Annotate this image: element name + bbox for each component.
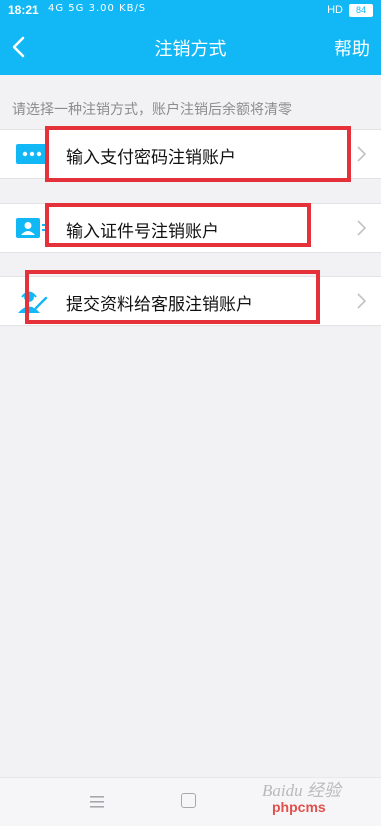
chevron-right-icon — [357, 293, 367, 309]
hint-text: 请选择一种注销方式，账户注销后余额将清零 — [12, 102, 292, 118]
option-label: 输入支付密码注销账户 — [66, 148, 236, 168]
hd-indicator: HD — [327, 4, 343, 16]
chevron-right-icon — [357, 146, 367, 162]
help-button[interactable]: 帮助 — [334, 35, 370, 61]
system-nav-bar — [0, 777, 381, 826]
option-id-number[interactable]: 输入证件号注销账户 — [0, 203, 381, 253]
customer-service-icon — [15, 289, 48, 313]
password-keypad-icon — [15, 142, 48, 166]
option-customer-service[interactable]: 提交资料给客服注销账户 — [0, 276, 381, 326]
page-title: 注销方式 — [154, 39, 227, 60]
chevron-right-icon — [357, 220, 367, 236]
option-label: 输入证件号注销账户 — [66, 222, 219, 242]
status-bar: 18:21 4G 5G 3.00 KB/S HD 84 — [0, 0, 381, 20]
nav-bar: 注销方式 帮助 — [0, 20, 381, 75]
home-icon[interactable] — [181, 793, 196, 808]
menu-icon[interactable] — [89, 794, 105, 808]
battery-level: 84 — [349, 4, 373, 17]
option-label: 提交资料给客服注销账户 — [66, 295, 253, 315]
id-card-icon — [15, 216, 48, 240]
status-time: 18:21 — [8, 3, 39, 17]
signal-indicators: 4G 5G 3.00 KB/S — [48, 3, 147, 14]
option-password[interactable]: 输入支付密码注销账户 — [0, 129, 381, 179]
